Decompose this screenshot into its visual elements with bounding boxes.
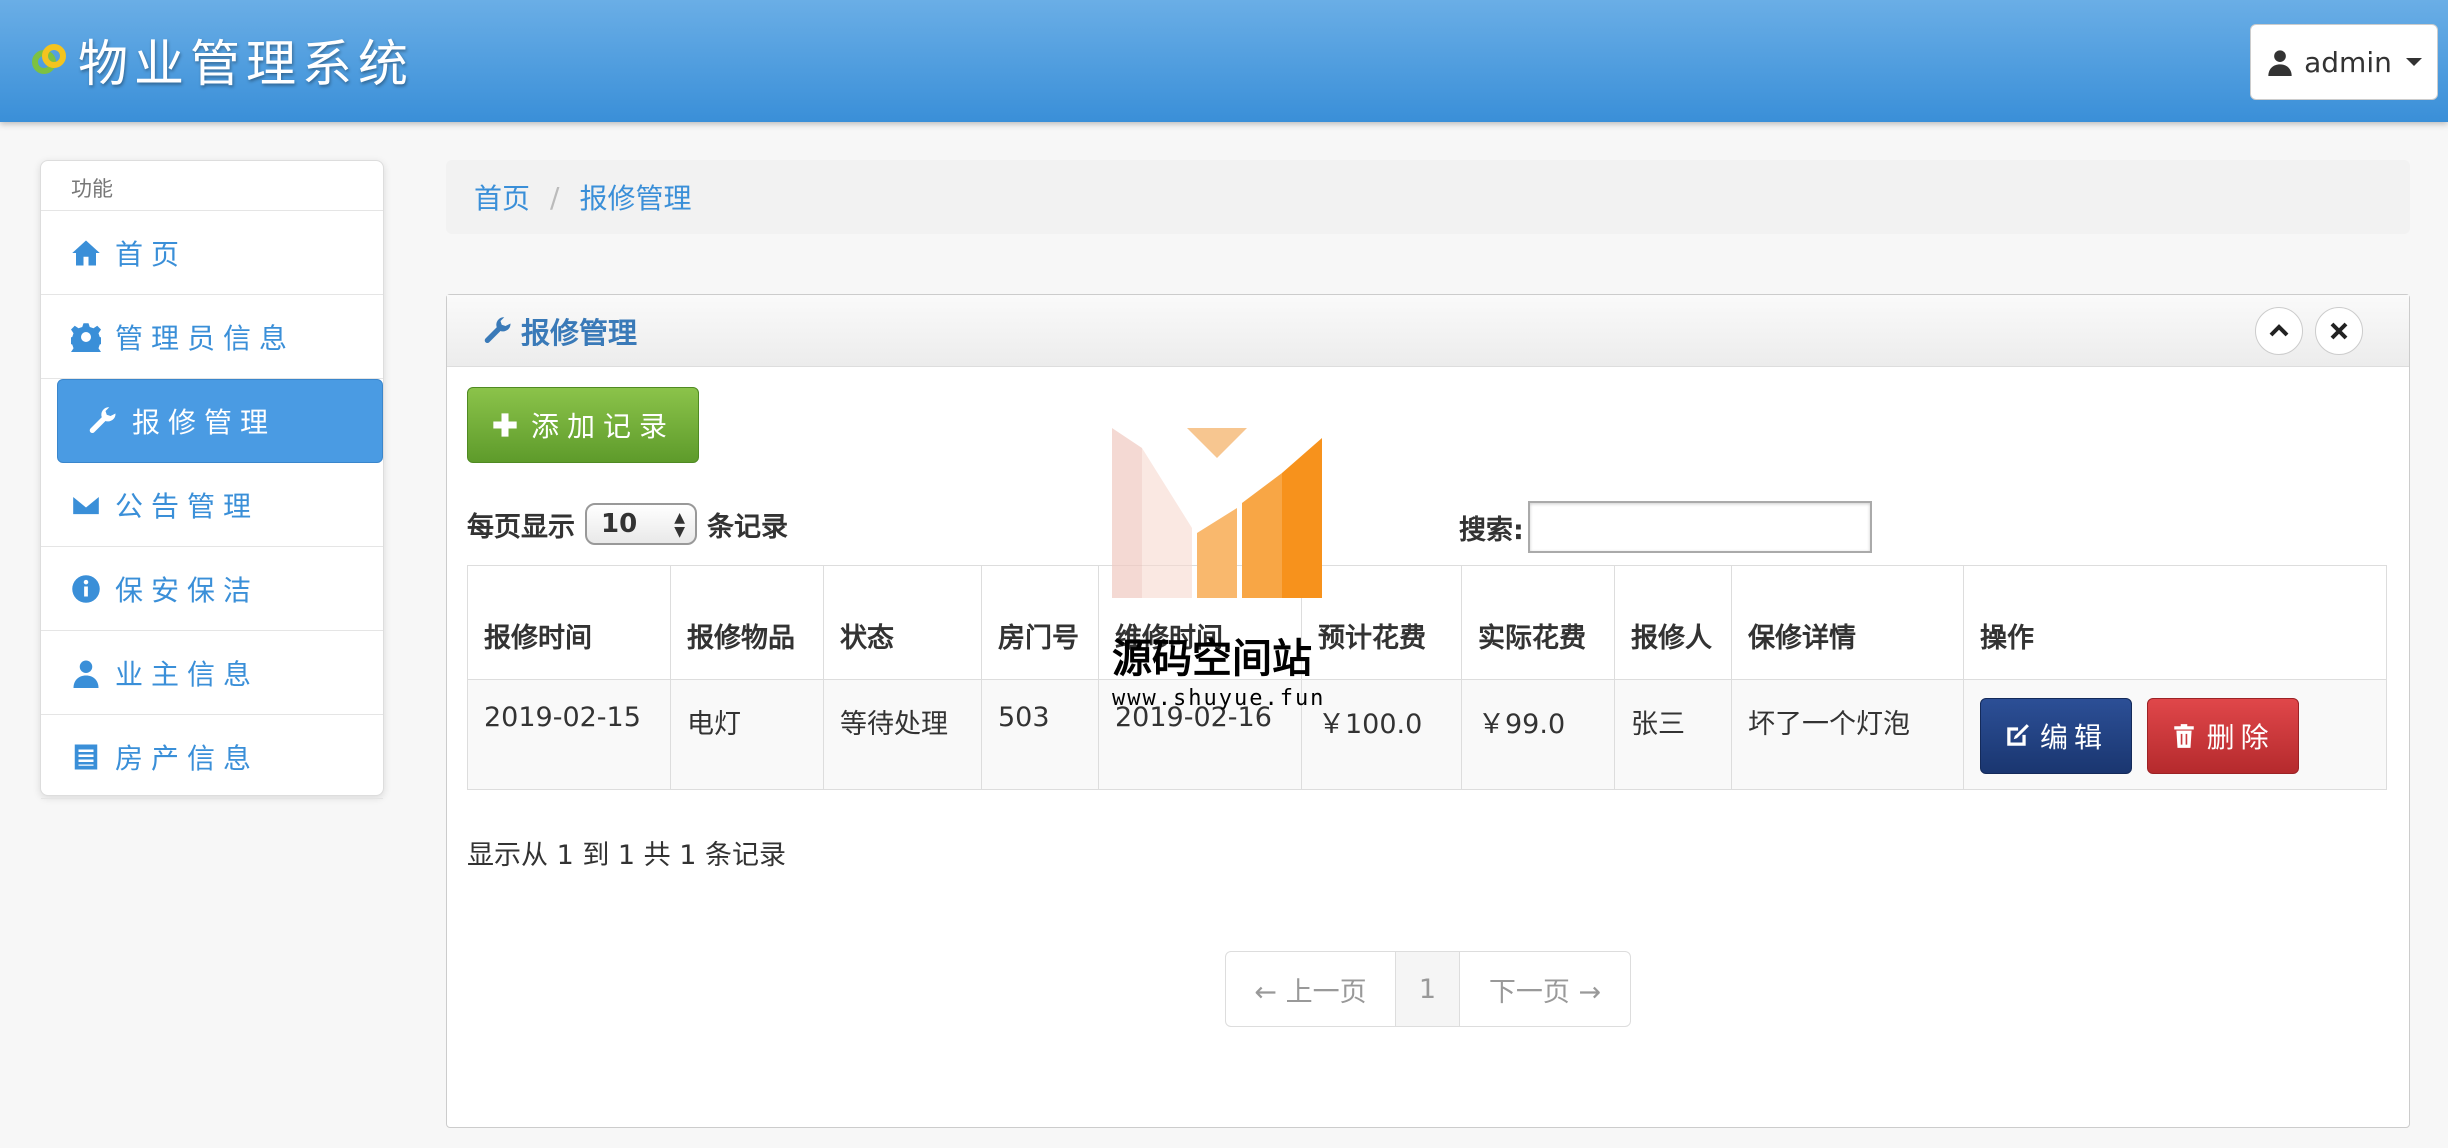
cell-actual-cost: ￥99.0 [1461,679,1615,790]
table-row: 2019-02-15 电灯 等待处理 503 2019-02-16 ￥100.0… [467,679,2387,790]
sidebar-item-label: 报修管理 [132,406,277,439]
user-name: admin [2304,45,2392,79]
page-length-control: 每页显示 10 ▲ ▼ 条记录 [467,503,788,545]
sidebar-item-label: 公告管理 [115,489,260,523]
sidebar-item-admin-info[interactable]: 管理员信息 [41,295,383,379]
cell-repair-item: 电灯 [670,679,824,790]
column-header[interactable]: 状态 [823,565,982,680]
select-arrows-icon: ▲ ▼ [674,510,685,540]
add-record-button[interactable]: 添加记录 [467,387,699,463]
sidebar-item-label: 业主信息 [115,657,260,691]
column-header[interactable]: 报修人 [1614,565,1732,680]
edit-icon [2007,724,2029,746]
pagination: ← 上一页 1 下一页 → [1225,951,1631,1027]
sidebar-heading: 功能 [41,161,383,211]
cell-room-number: 503 [981,679,1099,790]
app-title: 物业管理系统 [78,35,414,93]
user-menu-button[interactable]: admin [2250,24,2438,100]
plus-icon [493,413,517,437]
wrench-icon [89,407,116,434]
breadcrumb: 首页 / 报修管理 [446,160,2410,234]
home-icon [72,240,100,265]
gear-icon [71,322,101,352]
page-length-select[interactable]: 10 ▲ ▼ [585,503,697,545]
search-control: 搜索: [1459,501,1872,553]
trash-icon [2173,724,2194,748]
breadcrumb-separator: / [550,180,560,214]
cell-repair-time: 2019-02-15 [467,679,671,790]
sidebar-item-label: 管理员信息 [115,321,296,355]
edit-label: 编辑 [2039,721,2108,754]
cell-reporter: 张三 [1614,679,1732,790]
cell-status: 等待处理 [823,679,982,790]
repair-management-panel: 报修管理 添加记录 每页显示 10 ▲ ▼ 条记录 搜索: 报修时间 报修物品 状… [446,294,2410,1128]
close-panel-button[interactable] [2315,307,2363,355]
table-info: 显示从 1 到 1 共 1 条记录 [467,840,787,871]
chevron-up-icon [2269,324,2289,337]
close-icon [2330,322,2348,340]
column-header[interactable]: 报修物品 [670,565,824,680]
breadcrumb-home-link[interactable]: 首页 [474,177,530,217]
table-header-row: 报修时间 报修物品 状态 房门号 维修时间 预计花费 实际花费 报修人 保修详情… [467,565,2387,680]
cell-details: 坏了一个灯泡 [1731,679,1964,790]
sidebar-item-label: 保安保洁 [115,573,260,607]
user-icon [2268,50,2292,76]
column-header: 操作 [1963,565,2387,680]
search-label: 搜索: [1459,514,1524,546]
breadcrumb-current[interactable]: 报修管理 [579,177,691,217]
page-length-value: 10 [601,509,638,539]
watermark-url: www.shuyue.fun [1112,686,1326,711]
brand-logo-icon [30,40,70,80]
column-header[interactable]: 保修详情 [1731,565,1964,680]
sidebar-item-label: 房产信息 [115,741,260,775]
chevron-down-icon [2405,58,2422,66]
cell-actions: 编辑 删除 [1963,679,2387,790]
add-record-label: 添加记录 [530,410,675,443]
column-header[interactable]: 报修时间 [467,565,671,680]
page-length-suffix: 条记录 [707,511,788,543]
repair-table: 报修时间 报修物品 状态 房门号 维修时间 预计花费 实际花费 报修人 保修详情… [467,565,2387,790]
column-header[interactable]: 房门号 [981,565,1099,680]
pagination-page[interactable]: 1 [1396,952,1460,1026]
collapse-panel-button[interactable] [2255,307,2303,355]
delete-label: 删除 [2206,721,2275,754]
sidebar-item-home[interactable]: 首页 [41,211,383,295]
panel-title: 报修管理 [521,315,638,350]
list-icon [74,744,98,769]
pagination-next[interactable]: 下一页 → [1460,952,1630,1026]
sidebar: 功能 首页 管理员信息 报修管理 公告管理 保安保洁 业主信息 房产信息 [40,160,384,799]
edit-button[interactable]: 编辑 [1980,698,2132,774]
wrench-icon [484,316,511,343]
envelope-icon [71,493,101,516]
sidebar-item-owner-info[interactable]: 业主信息 [41,631,383,715]
sidebar-item-repair-management[interactable]: 报修管理 [57,379,383,463]
watermark-text: 源码空间站 [1112,636,1312,682]
pagination-previous[interactable]: ← 上一页 [1226,952,1396,1026]
delete-button[interactable]: 删除 [2146,698,2299,774]
page-length-prefix: 每页显示 [467,511,575,543]
sidebar-item-security-cleaning[interactable]: 保安保洁 [41,547,383,631]
top-navbar: 物业管理系统 admin [0,0,2448,122]
user-icon [73,660,99,688]
column-header[interactable]: 实际花费 [1461,565,1615,680]
search-input[interactable] [1527,501,1872,553]
sidebar-item-label: 首页 [115,237,188,271]
info-icon [72,574,100,603]
sidebar-item-announcements[interactable]: 公告管理 [41,463,383,547]
panel-header: 报修管理 [447,295,2409,367]
brand[interactable]: 物业管理系统 [30,28,414,93]
sidebar-item-property-info[interactable]: 房产信息 [41,715,383,799]
